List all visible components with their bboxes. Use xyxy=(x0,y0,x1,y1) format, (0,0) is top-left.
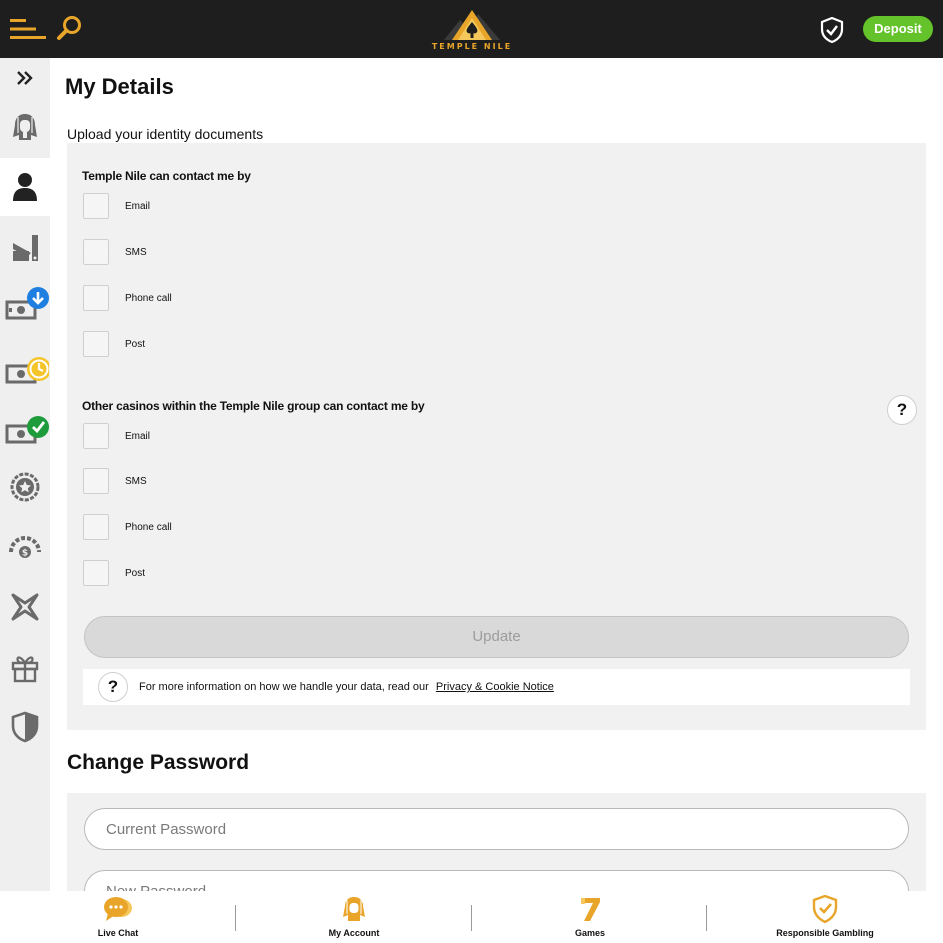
group-sms-option[interactable]: SMS xyxy=(83,468,147,494)
nav-divider xyxy=(706,905,707,931)
checkbox-label: Email xyxy=(125,430,151,442)
double-chevron-right-icon xyxy=(17,71,33,85)
privacy-help-button[interactable]: ? xyxy=(98,672,128,702)
checkbox-label: Phone call xyxy=(125,521,172,533)
checkbox-label: Email xyxy=(125,200,151,212)
contact-phone-option[interactable]: Phone call xyxy=(83,285,172,311)
seven-icon xyxy=(581,898,600,921)
privacy-info-bar: ? For more information on how we handle … xyxy=(83,669,910,705)
menu-icon[interactable] xyxy=(10,18,48,40)
checkbox-label: SMS xyxy=(125,475,147,487)
group-section-label: Other casinos within the Temple Nile gro… xyxy=(82,399,425,413)
deposit-button[interactable]: Deposit xyxy=(863,16,933,42)
logo-text: TEMPLE NILE xyxy=(431,42,513,51)
sidebar-item-home[interactable] xyxy=(0,98,50,156)
new-password-input[interactable] xyxy=(84,870,909,891)
sidebar-item-verified[interactable] xyxy=(0,398,50,456)
verified-money-icon xyxy=(5,416,49,444)
sidebar-item-security[interactable] xyxy=(0,698,50,756)
checkbox-label: Post xyxy=(125,338,146,350)
sidebar-item-stats[interactable] xyxy=(0,218,50,276)
bonus-star-icon xyxy=(11,593,39,621)
sidebar: $ xyxy=(0,58,50,891)
bottom-nav-label: Responsible Gambling xyxy=(776,928,874,938)
group-phone-option[interactable]: Phone call xyxy=(83,514,172,540)
pharaoh-account-icon xyxy=(343,897,365,921)
checkbox[interactable] xyxy=(83,331,109,357)
deposit-money-icon xyxy=(5,287,49,320)
bottom-nav-my-account[interactable]: My Account xyxy=(304,891,404,943)
group-help-button[interactable]: ? xyxy=(887,395,917,425)
bottom-nav-label: My Account xyxy=(328,928,380,938)
current-password-input[interactable] xyxy=(84,808,909,850)
privacy-info-message: For more information on how we handle yo… xyxy=(139,681,429,693)
bottom-nav-label: Games xyxy=(574,928,606,938)
bottom-nav: Live Chat My Account Games Responsible G… xyxy=(0,891,943,943)
update-button[interactable]: Update xyxy=(84,616,909,658)
checkbox[interactable] xyxy=(83,468,109,494)
bottom-nav-label: Live Chat xyxy=(97,928,139,938)
nav-divider xyxy=(235,905,236,931)
sidebar-expand[interactable] xyxy=(0,58,50,98)
contact-sms-option[interactable]: SMS xyxy=(83,239,147,265)
change-password-panel xyxy=(67,793,926,891)
contact-email-option[interactable]: Email xyxy=(83,193,150,219)
chat-bubble-icon xyxy=(104,897,132,921)
gift-icon xyxy=(11,656,39,683)
sidebar-item-my-details[interactable] xyxy=(0,158,50,216)
contact-preferences-panel: Temple Nile can contact me by Email SMS … xyxy=(67,143,926,730)
user-icon xyxy=(13,173,37,201)
checkbox-label: Post xyxy=(125,567,146,579)
bottom-nav-responsible-gambling[interactable]: Responsible Gambling xyxy=(765,891,885,943)
checkbox-label: SMS xyxy=(125,246,147,258)
privacy-info-text: For more information on how we handle yo… xyxy=(139,681,554,693)
upload-documents-link[interactable]: Upload your identity documents xyxy=(67,126,263,142)
pyramid-logo-icon xyxy=(444,10,500,40)
pharaoh-icon xyxy=(13,114,37,140)
contact-post-option[interactable]: Post xyxy=(83,331,145,357)
sidebar-item-gifts[interactable] xyxy=(0,638,50,696)
temple-nile-logo[interactable]: TEMPLE NILE xyxy=(430,6,514,54)
group-post-option[interactable]: Post xyxy=(83,560,145,586)
bottom-nav-live-chat[interactable]: Live Chat xyxy=(68,891,168,943)
contact-section-label: Temple Nile can contact me by xyxy=(82,169,251,183)
change-password-title: Change Password xyxy=(67,751,250,774)
bottom-nav-games[interactable]: Games xyxy=(540,891,640,943)
search-icon[interactable] xyxy=(56,14,84,42)
pending-withdrawal-icon xyxy=(5,357,49,384)
page-title: My Details xyxy=(65,74,174,99)
sidebar-item-pending[interactable] xyxy=(0,338,50,396)
limits-gauge-icon: $ xyxy=(9,536,41,559)
checkbox[interactable] xyxy=(83,514,109,540)
sidebar-item-loyalty[interactable] xyxy=(0,458,50,516)
nav-divider xyxy=(471,905,472,931)
checkbox[interactable] xyxy=(83,193,109,219)
group-email-option[interactable]: Email xyxy=(83,423,150,449)
main-content: My Details Upload your identity document… xyxy=(50,58,943,891)
svg-text:$: $ xyxy=(22,549,28,559)
checkbox[interactable] xyxy=(83,560,109,586)
secure-shield-icon[interactable] xyxy=(820,17,844,43)
stats-icon xyxy=(13,235,38,261)
shield-check-icon xyxy=(812,895,838,923)
checkbox[interactable] xyxy=(83,423,109,449)
checkbox[interactable] xyxy=(83,285,109,311)
shield-icon xyxy=(11,711,39,743)
sidebar-item-bonus[interactable] xyxy=(0,578,50,636)
checkbox[interactable] xyxy=(83,239,109,265)
sidebar-item-deposit[interactable] xyxy=(0,278,50,336)
privacy-cookie-notice-link[interactable]: Privacy & Cookie Notice xyxy=(436,681,554,693)
top-bar: TEMPLE NILE Deposit xyxy=(0,0,943,58)
checkbox-label: Phone call xyxy=(125,292,172,304)
star-badge-icon xyxy=(10,472,40,502)
sidebar-item-limits[interactable]: $ xyxy=(0,518,50,576)
